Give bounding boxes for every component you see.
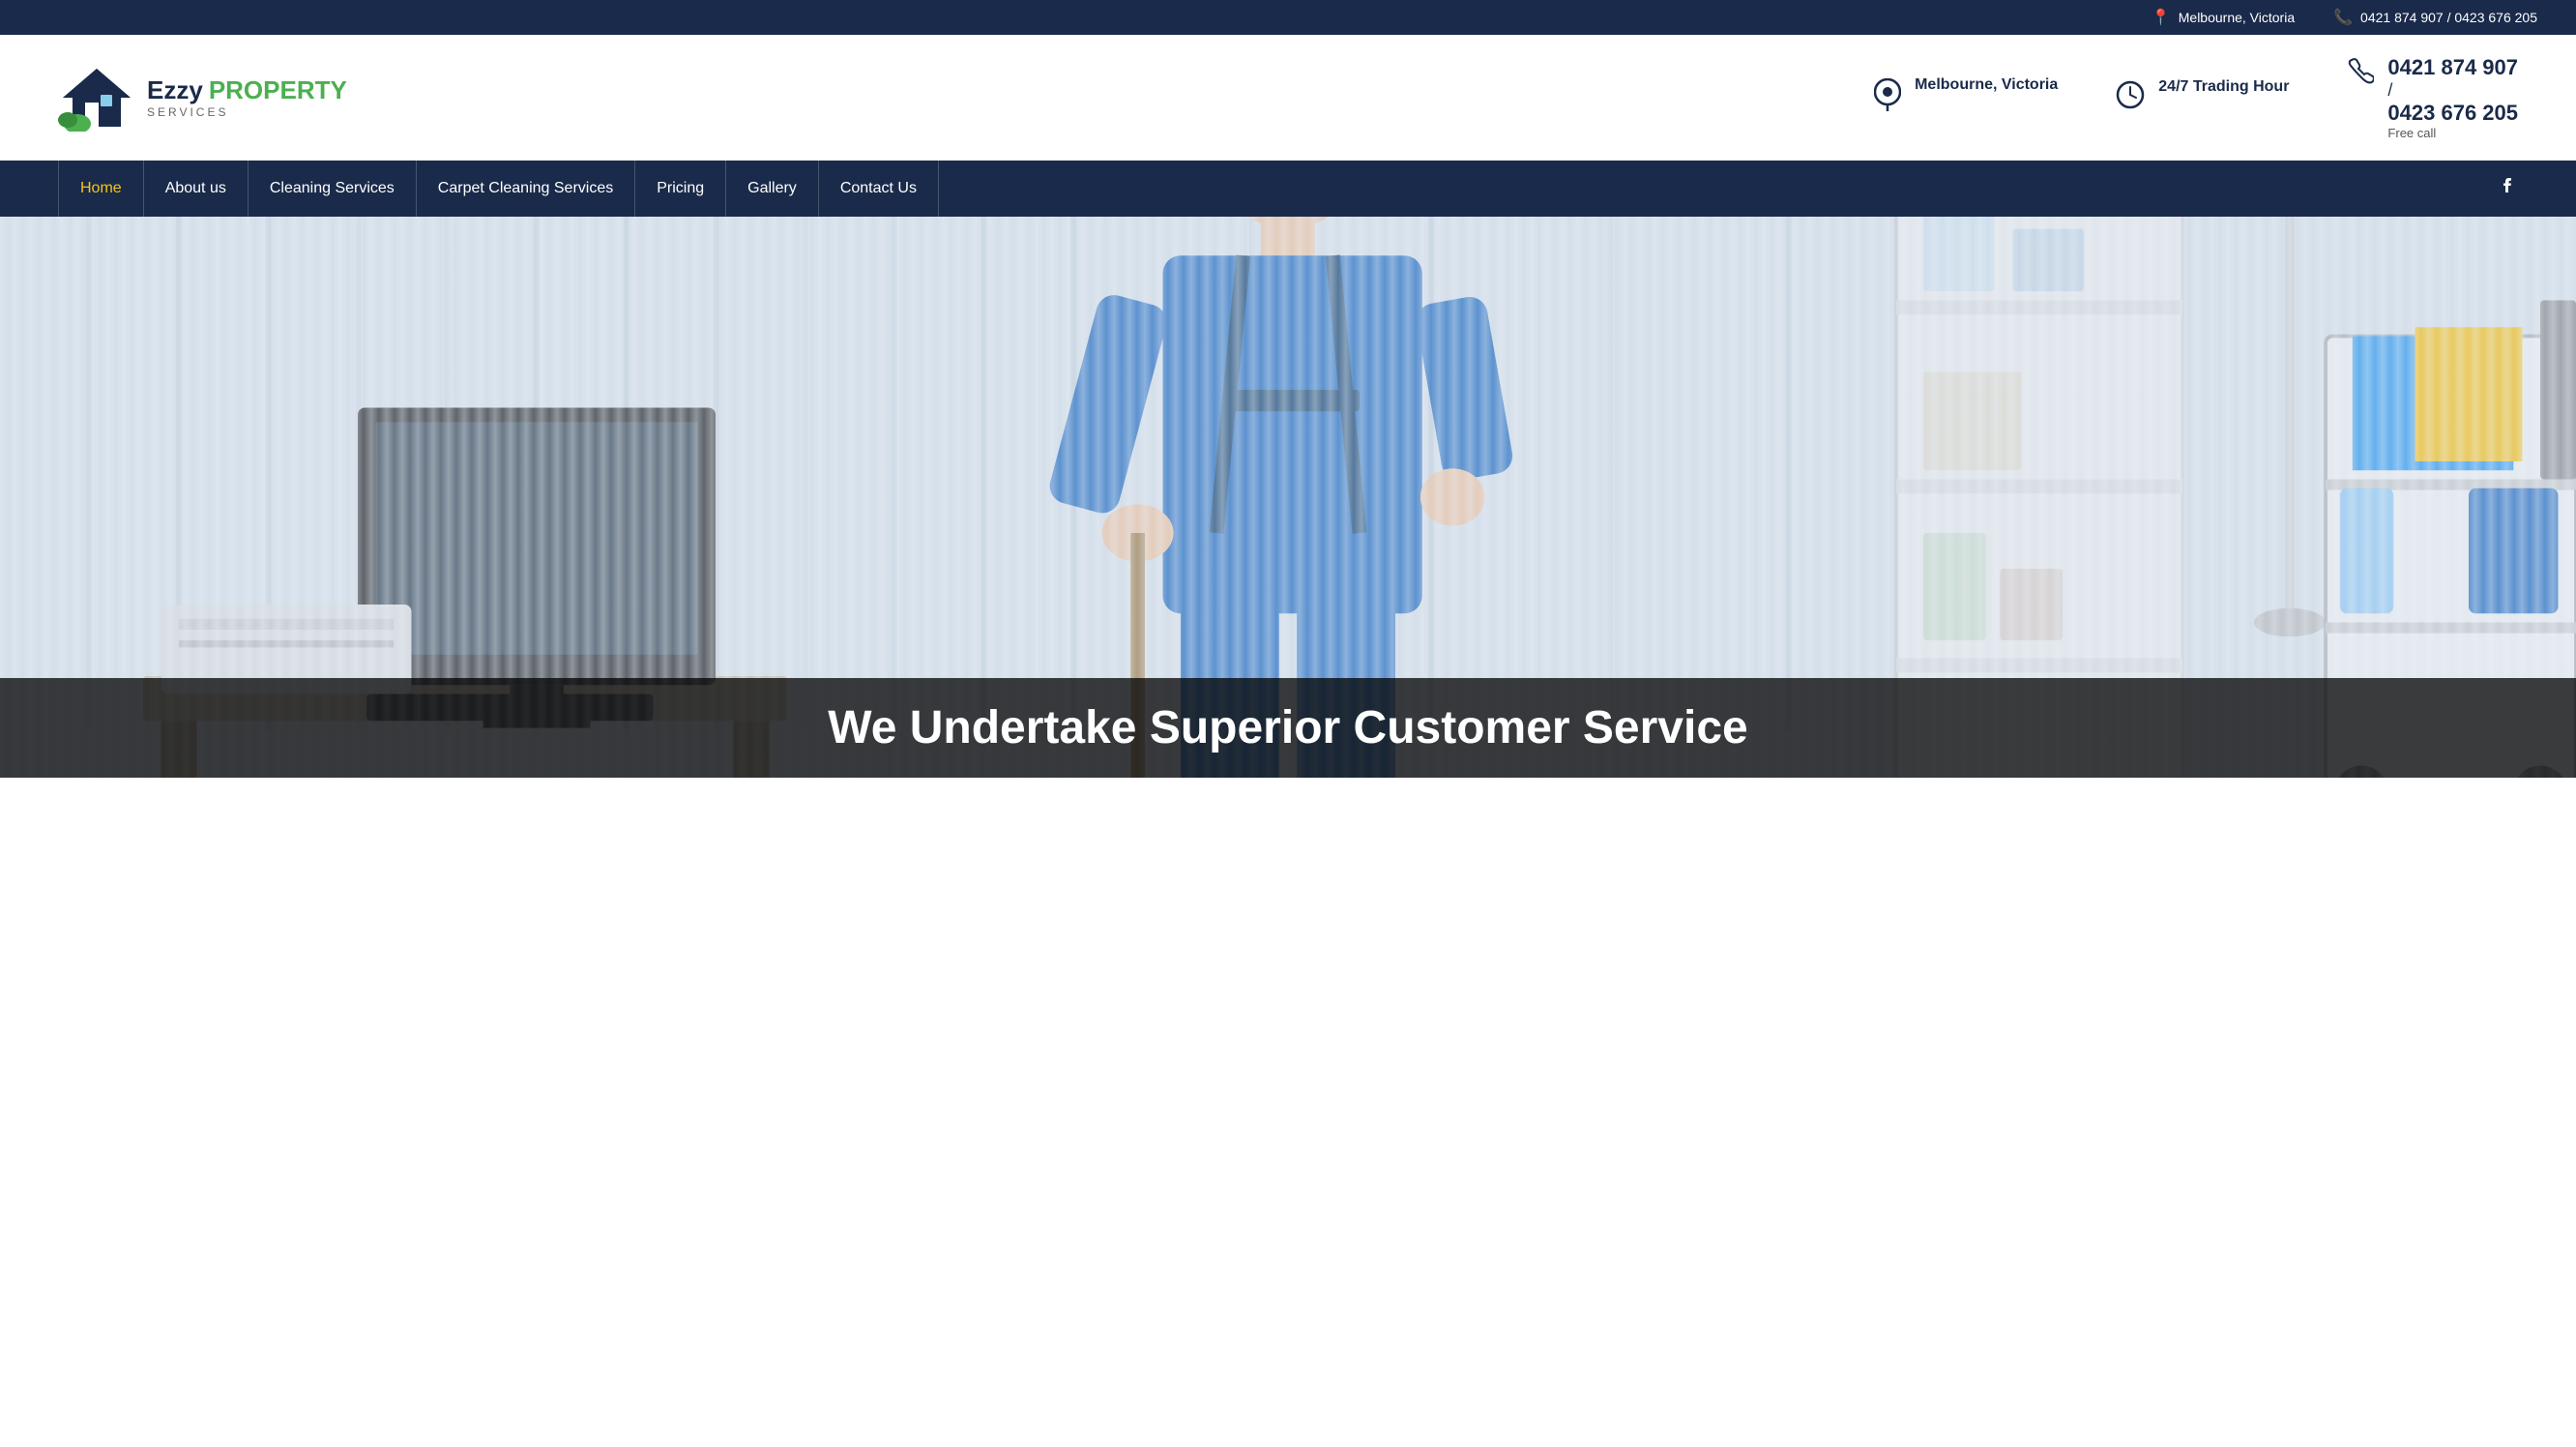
logo-ezzy: Ezzy bbox=[147, 75, 203, 105]
nav-item-home[interactable]: Home bbox=[58, 161, 144, 217]
hero-overlay: We Undertake Superior Customer Service bbox=[0, 678, 2576, 778]
header-location-content: Melbourne, Victoria bbox=[1915, 76, 2058, 94]
nav-item-cleaning[interactable]: Cleaning Services bbox=[249, 161, 417, 217]
logo-text: Ezzy PROPERTY SERVICES bbox=[147, 75, 347, 119]
header-phone1: 0421 874 907 bbox=[2387, 55, 2518, 80]
header-trading: 24/7 Trading Hour bbox=[2116, 78, 2289, 116]
hero-headline: We Undertake Superior Customer Service bbox=[39, 701, 2537, 754]
header-phone: 0421 874 907 / 0423 676 205 Free call bbox=[2347, 55, 2518, 140]
header-phone2: 0423 676 205 bbox=[2387, 101, 2518, 126]
header-phone-slash: / bbox=[2387, 80, 2518, 101]
header-phone-content: 0421 874 907 / 0423 676 205 Free call bbox=[2387, 55, 2518, 140]
header: Ezzy PROPERTY SERVICES Melbourne, Victor… bbox=[0, 35, 2576, 161]
header-info: Melbourne, Victoria 24/7 Trading Hour bbox=[1874, 55, 2518, 140]
navigation: Home About us Cleaning Services Carpet C… bbox=[0, 161, 2576, 217]
header-clock-icon bbox=[2116, 80, 2145, 116]
topbar-location: 📍 Melbourne, Victoria bbox=[2152, 8, 2295, 27]
topbar-location-text: Melbourne, Victoria bbox=[2179, 10, 2295, 25]
facebook-link[interactable] bbox=[2497, 175, 2518, 202]
nav-item-about[interactable]: About us bbox=[144, 161, 249, 217]
header-location-icon bbox=[1874, 78, 1901, 118]
hero-section: We Undertake Superior Customer Service bbox=[0, 217, 2576, 778]
location-icon: 📍 bbox=[2152, 8, 2171, 27]
logo-property: PROPERTY bbox=[209, 75, 347, 105]
nav-links: Home About us Cleaning Services Carpet C… bbox=[58, 161, 939, 217]
header-trading-label: 24/7 Trading Hour bbox=[2158, 78, 2289, 96]
header-location-label: Melbourne, Victoria bbox=[1915, 76, 2058, 94]
phone-icon: 📞 bbox=[2333, 8, 2353, 27]
header-free-call: Free call bbox=[2387, 126, 2518, 140]
header-phone-icon bbox=[2347, 57, 2374, 91]
logo-icon bbox=[58, 64, 135, 132]
top-bar: 📍 Melbourne, Victoria 📞 0421 874 907 / 0… bbox=[0, 0, 2576, 35]
nav-item-contact[interactable]: Contact Us bbox=[819, 161, 939, 217]
nav-item-gallery[interactable]: Gallery bbox=[726, 161, 819, 217]
topbar-phone: 📞 0421 874 907 / 0423 676 205 bbox=[2333, 8, 2537, 27]
nav-item-pricing[interactable]: Pricing bbox=[635, 161, 726, 217]
logo-services: SERVICES bbox=[147, 105, 347, 119]
topbar-phone-text: 0421 874 907 / 0423 676 205 bbox=[2360, 10, 2537, 25]
header-location: Melbourne, Victoria bbox=[1874, 76, 2058, 118]
logo[interactable]: Ezzy PROPERTY SERVICES bbox=[58, 64, 347, 132]
nav-item-carpet[interactable]: Carpet Cleaning Services bbox=[417, 161, 635, 217]
header-trading-content: 24/7 Trading Hour bbox=[2158, 78, 2289, 96]
